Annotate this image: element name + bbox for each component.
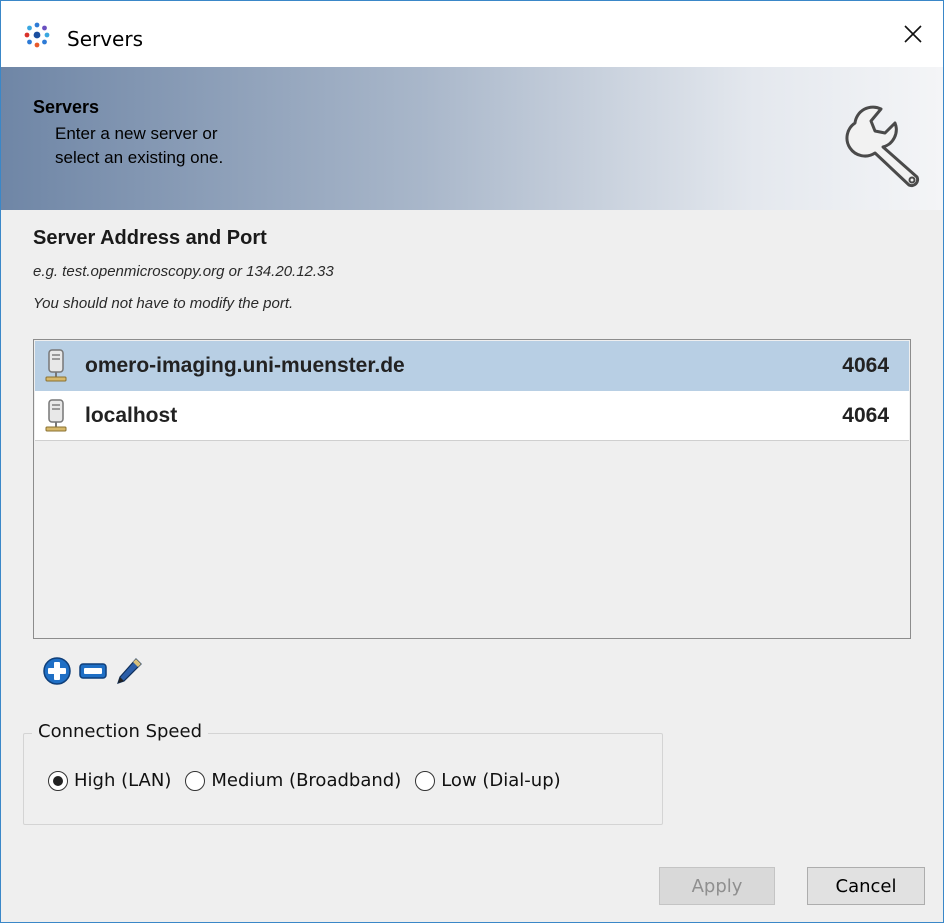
radio-dot [53,775,63,786]
banner-title: Servers [33,97,100,117]
address-section-title: Server Address and Port [33,227,267,249]
speed-option-label: High (LAN) [74,770,172,791]
speed-option-label: Medium (Broadband) [211,770,402,791]
server-name: omero-imaging.uni-muenster.de [85,354,405,377]
server-list[interactable]: omero-imaging.uni-muenster.de 4064 local… [33,339,911,639]
banner-subtitle-line2: select an existing one. [55,148,224,167]
address-hint-port: You should not have to modify the port. [33,295,294,312]
radio-unselected[interactable] [185,770,206,791]
close-button[interactable] [883,1,943,67]
server-icon [45,349,67,382]
cancel-button[interactable]: Cancel [807,867,925,905]
close-icon [904,25,922,43]
banner-subtitle: Enter a new server or select an existing… [55,122,223,170]
connection-speed-group: Connection Speed High (LAN) Medium (Broa… [23,721,663,825]
speed-option-label: Low (Dial-up) [441,770,561,791]
server-icon [45,399,67,432]
speed-option-medium[interactable]: Medium (Broadband) [185,770,401,791]
minus-icon [79,663,107,679]
server-port: 4064 [842,354,889,377]
server-row[interactable]: localhost 4064 [35,391,909,441]
banner-subtitle-line1: Enter a new server or [55,124,218,143]
title-bar: Servers [1,1,943,67]
apply-button[interactable]: Apply [659,867,775,905]
server-port: 4064 [842,404,889,427]
remove-server-button[interactable] [77,655,109,687]
connection-speed-label: Connection Speed [32,721,208,742]
header-banner: Servers Enter a new server or select an … [1,67,943,210]
server-toolbar [41,653,145,689]
server-row[interactable]: omero-imaging.uni-muenster.de 4064 [35,341,909,391]
speed-option-high[interactable]: High (LAN) [48,770,171,791]
address-hint-example: e.g. test.openmicroscopy.org or 134.20.1… [33,263,334,280]
app-logo-icon [24,22,50,48]
radio-unselected[interactable] [415,770,436,791]
servers-dialog: Servers Servers Enter a new server or se… [0,0,944,923]
connection-speed-options: High (LAN) Medium (Broadband) Low (Dial-… [48,770,575,791]
add-server-button[interactable] [41,655,73,687]
window-title: Servers [67,27,144,51]
pencil-icon [117,658,142,684]
plus-icon [43,657,71,685]
radio-selected[interactable] [48,770,68,791]
wrench-icon [845,105,920,188]
speed-option-low[interactable]: Low (Dial-up) [415,770,561,791]
server-name: localhost [85,404,178,427]
edit-server-button[interactable] [113,655,145,687]
